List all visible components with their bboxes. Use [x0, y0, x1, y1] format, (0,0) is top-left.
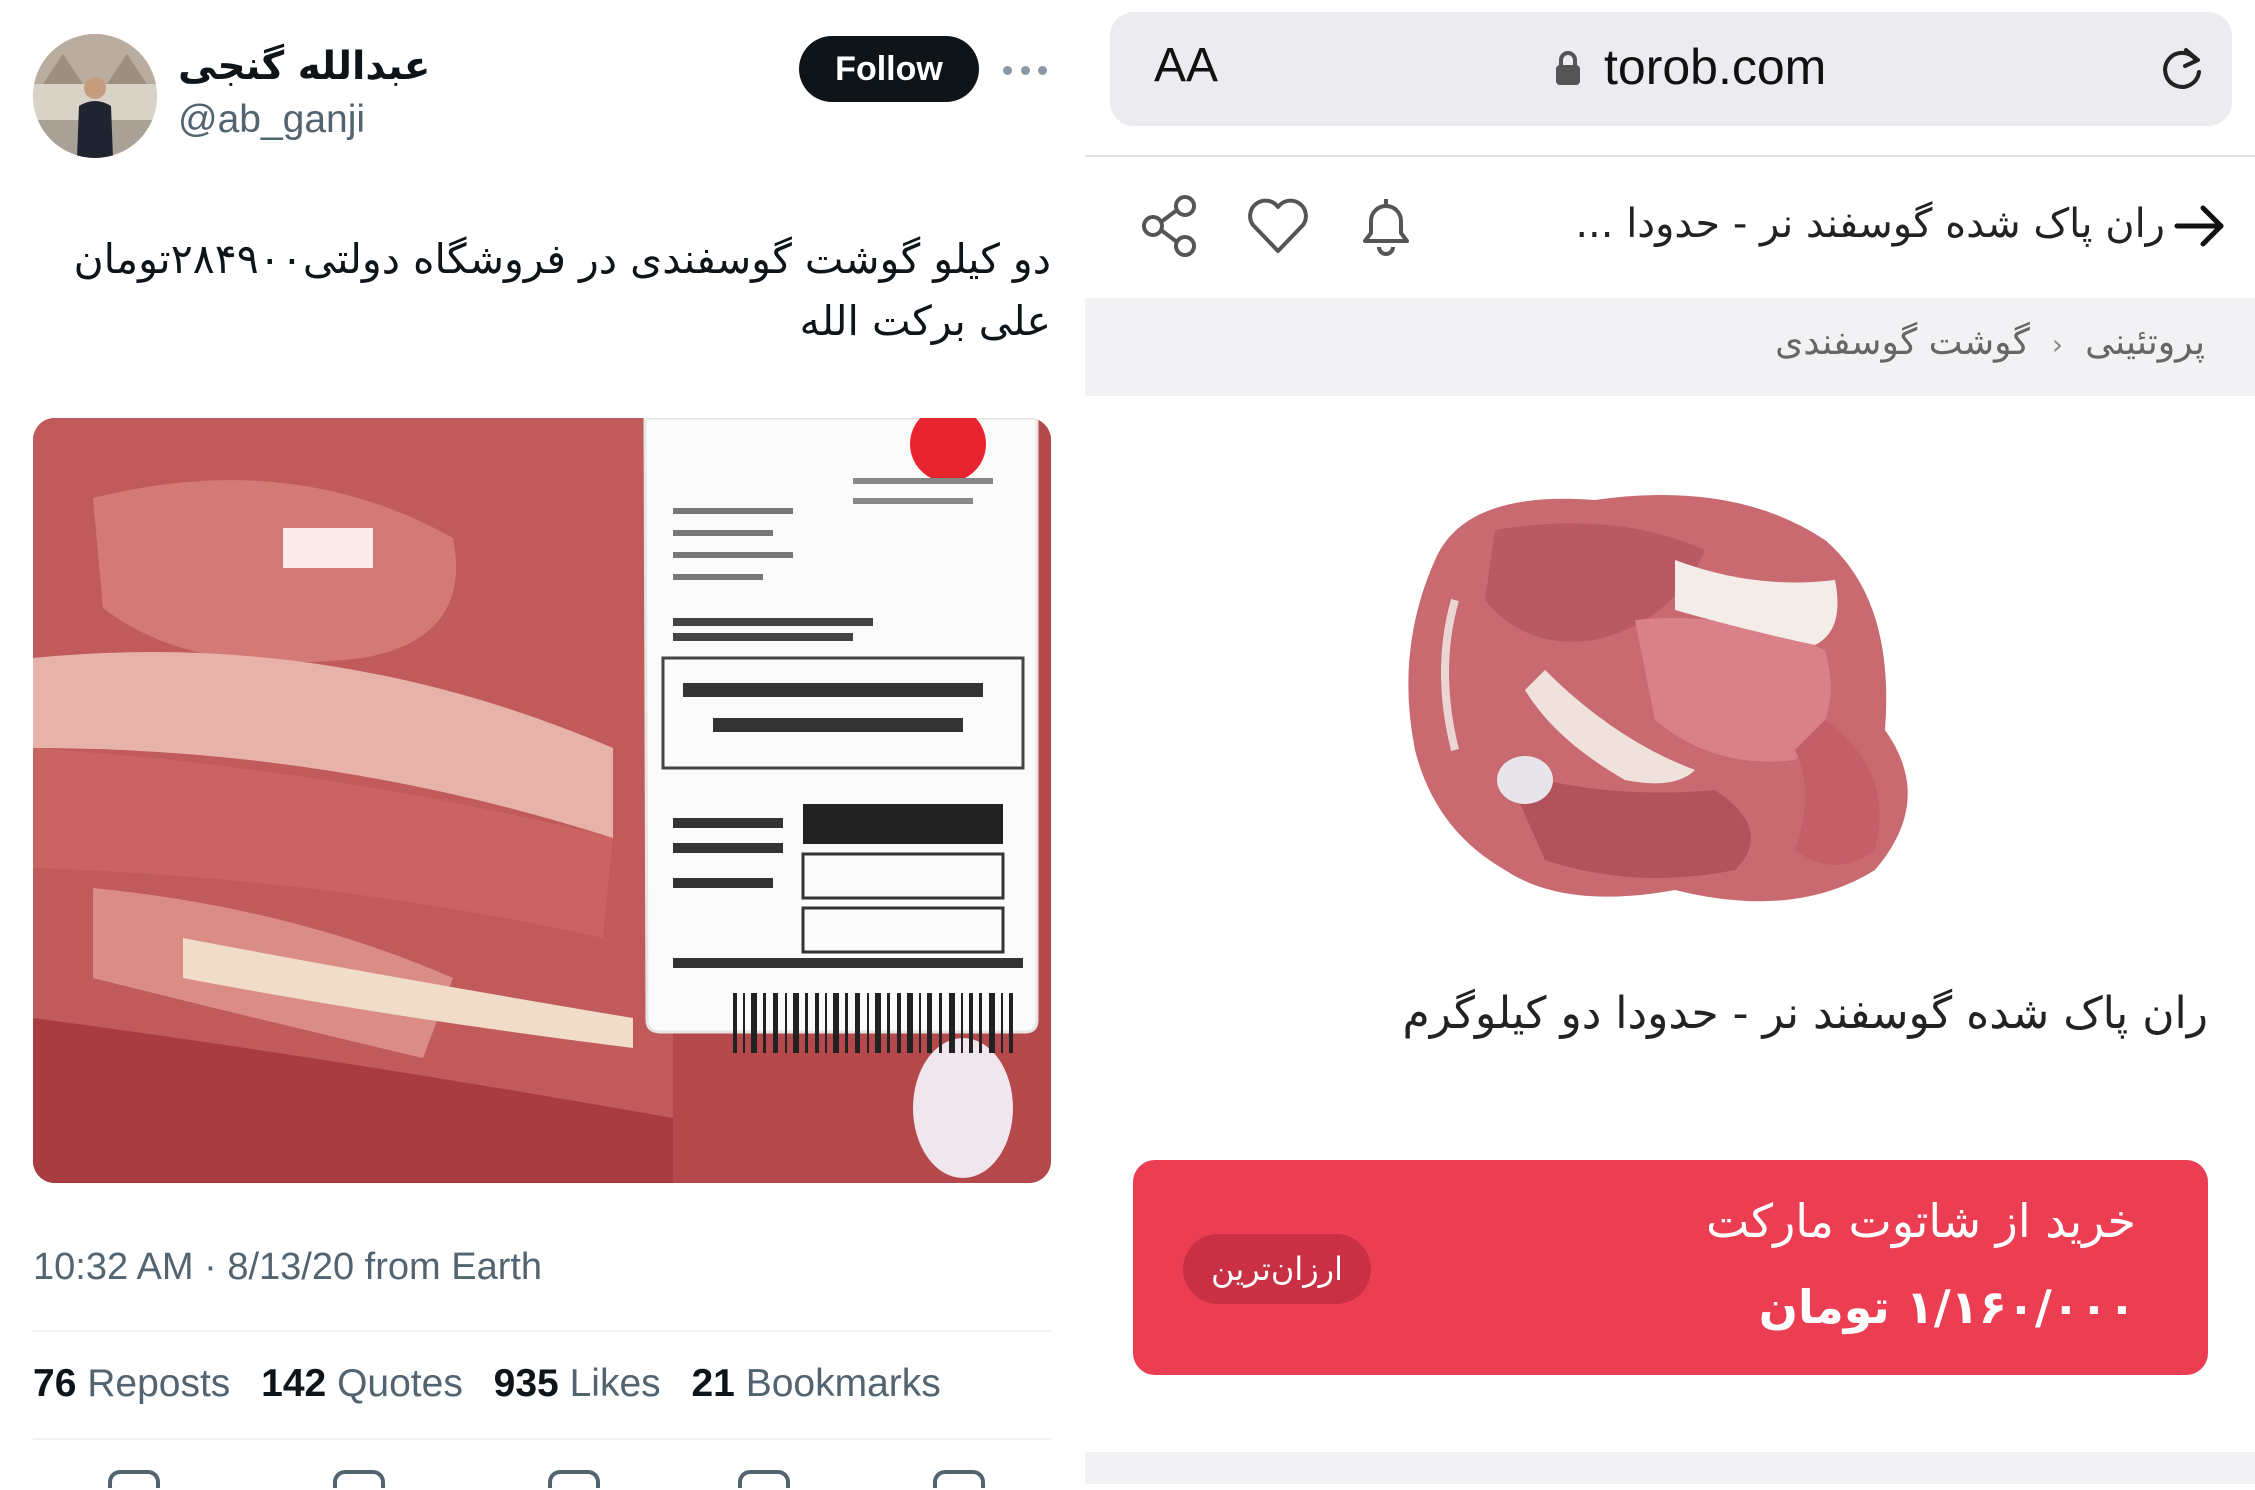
share-icon[interactable] — [933, 1470, 985, 1488]
views-icon[interactable] — [738, 1470, 790, 1488]
divider — [33, 1330, 1051, 1332]
stat-quotes[interactable]: 142 Quotes — [261, 1362, 463, 1405]
divider — [33, 1438, 1051, 1440]
browser-panel: AA torob.com ران پاک شده گوسفند نر - حدو… — [1085, 0, 2255, 1484]
share-icon[interactable] — [1135, 191, 1205, 261]
tweet-photo[interactable] — [33, 418, 1051, 1183]
product-nav-bar: ران پاک شده گوسفند نر - حدودا ... — [1085, 157, 2255, 297]
heart-icon[interactable] — [1243, 191, 1313, 261]
stat-count: 935 — [493, 1362, 559, 1405]
more-icon[interactable] — [1003, 50, 1047, 90]
display-name[interactable]: عبدالله گنجی — [178, 44, 430, 89]
product-title: ران پاک شده گوسفند نر - حدودا دو کیلوگرم — [1402, 988, 2209, 1039]
cheapest-badge: ارزان‌ترین — [1183, 1234, 1372, 1304]
breadcrumb: پروتئینی ‹ گوشت گوسفندی — [1775, 322, 2205, 363]
engagement-stats: 76 Reposts 142 Quotes 935 Likes 21 Bookm… — [33, 1362, 961, 1406]
like-icon[interactable] — [548, 1470, 600, 1488]
stat-label: Reposts — [87, 1362, 231, 1405]
stat-label: Quotes — [337, 1362, 463, 1405]
user-handle[interactable]: @ab_ganji — [178, 98, 365, 142]
breadcrumb-bar: پروتئینی ‹ گوشت گوسفندی — [1085, 298, 2255, 396]
address-bar[interactable]: AA torob.com — [1110, 12, 2232, 126]
stat-label: Bookmarks — [745, 1362, 941, 1405]
follow-button[interactable]: Follow — [799, 36, 979, 102]
breadcrumb-separator: ‹ — [2051, 328, 2064, 361]
tweet-timestamp[interactable]: 10:32 AM · 8/13/20 from Earth — [33, 1246, 542, 1289]
product-price: ۱/۱۶۰/۰۰۰ تومان — [1758, 1280, 2136, 1334]
bottom-strip — [1085, 1452, 2255, 1484]
repost-icon[interactable] — [333, 1470, 385, 1488]
breadcrumb-item[interactable]: گوشت گوسفندی — [1775, 322, 2030, 363]
back-arrow-icon[interactable] — [2165, 191, 2235, 261]
avatar[interactable] — [33, 34, 157, 158]
bell-icon[interactable] — [1351, 191, 1421, 261]
url-text[interactable]: torob.com — [1604, 38, 1826, 96]
breadcrumb-item[interactable]: پروتئینی — [2085, 322, 2205, 363]
reader-text-size-button[interactable]: AA — [1154, 38, 1218, 93]
tweet-text: دو کیلو گوشت گوسفندی در فروشگاه دولتی۲۸۴… — [33, 228, 1051, 352]
tweet-text-line: علی برکت الله — [799, 297, 1051, 345]
reply-icon[interactable] — [108, 1470, 160, 1488]
page-heading: ران پاک شده گوسفند نر - حدودا ... — [1575, 201, 2165, 247]
stat-bookmarks[interactable]: 21 Bookmarks — [691, 1362, 940, 1405]
stat-likes[interactable]: 935 Likes — [494, 1362, 661, 1405]
lock-icon — [1556, 51, 1580, 85]
stat-label: Likes — [569, 1362, 661, 1405]
stat-count: 21 — [691, 1362, 735, 1405]
stat-reposts[interactable]: 76 Reposts — [33, 1362, 230, 1405]
shop-name: خرید از شاتوت مارکت — [1706, 1194, 2136, 1248]
reload-icon[interactable] — [2156, 44, 2208, 96]
tweet-panel: عبدالله گنجی @ab_ganji Follow دو کیلو گو… — [0, 0, 1085, 1488]
buy-from-shop-button[interactable]: خرید از شاتوت مارکت ۱/۱۶۰/۰۰۰ تومان ارزا… — [1133, 1160, 2208, 1375]
product-image[interactable] — [1375, 470, 2035, 930]
tweet-text-line: دو کیلو گوشت گوسفندی در فروشگاه دولتی۲۸۴… — [73, 235, 1051, 283]
tweet-actions — [33, 1470, 1051, 1490]
stat-count: 142 — [261, 1362, 327, 1405]
stat-count: 76 — [33, 1362, 77, 1405]
